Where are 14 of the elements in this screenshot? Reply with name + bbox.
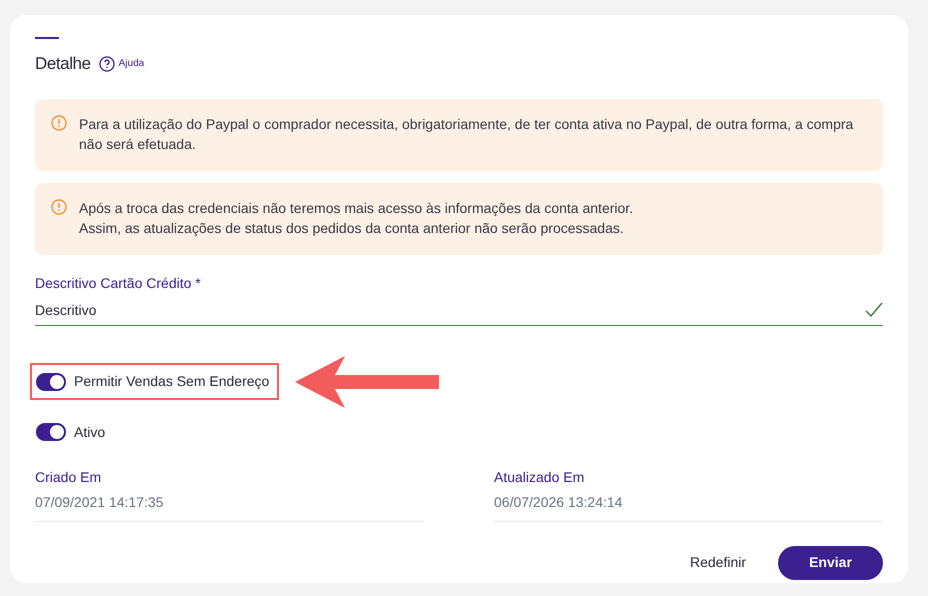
date-value: 06/07/2026 13:24:14 bbox=[494, 492, 624, 512]
help-link[interactable]: Ajuda bbox=[98, 56, 144, 72]
description-field[interactable]: Descritivo bbox=[35, 300, 883, 326]
toggle-label: Permitir Vendas Sem Endereço bbox=[74, 372, 270, 391]
date-value: 07/09/2021 14:17:35 bbox=[35, 492, 164, 512]
submit-button[interactable]: Enviar bbox=[778, 546, 883, 580]
alert-text: Para a utilização do Paypal o comprador necessita, obrigatoriamente, de ter conta ativa no Paypal, de outra forma, a compra não será efetuada. bbox=[79, 114, 854, 154]
section-title: Detalhe bbox=[35, 53, 91, 75]
alert-text: Após a troca das credenciais não teremos mais acesso às informações da conta anterior. Assim, as atualizações de status dos pedidos da conta anterior não serão processadas. bbox=[79, 198, 634, 238]
field-label: Descritivo Cartão Crédito * bbox=[35, 274, 202, 292]
toggle-label: Ativo bbox=[74, 422, 106, 442]
reset-button[interactable]: Redefinir bbox=[690, 552, 746, 573]
date-label: Atualizado Em bbox=[494, 468, 586, 486]
date-label: Criado Em bbox=[35, 468, 102, 486]
